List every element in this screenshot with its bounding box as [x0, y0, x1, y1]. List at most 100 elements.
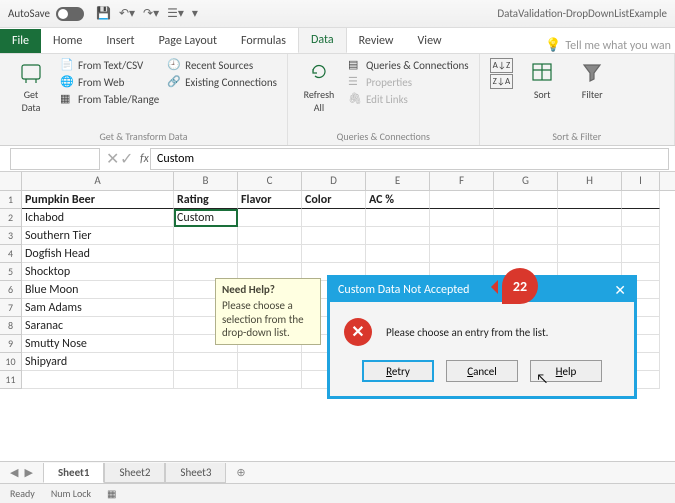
tab-insert[interactable]: Insert	[94, 29, 146, 53]
cell[interactable]	[622, 209, 660, 227]
cell[interactable]	[558, 191, 622, 209]
sheet-nav-next-icon[interactable]: ▶	[24, 466, 32, 479]
cell[interactable]	[622, 191, 660, 209]
cell[interactable]	[494, 245, 558, 263]
cell[interactable]	[174, 371, 238, 389]
tab-view[interactable]: View	[406, 29, 454, 53]
cell[interactable]: Rating	[174, 191, 238, 209]
cell[interactable]	[302, 209, 366, 227]
tab-formulas[interactable]: Formulas	[229, 29, 298, 53]
formula-input[interactable]	[150, 148, 669, 170]
row-header[interactable]: 4	[0, 245, 22, 263]
cell[interactable]	[430, 191, 494, 209]
row-header[interactable]: 10	[0, 353, 22, 371]
cell[interactable]	[302, 227, 366, 245]
sheet-tab-1[interactable]: Sheet1	[43, 463, 105, 483]
table-row[interactable]: 3Southern Tier	[0, 227, 675, 245]
cell[interactable]	[430, 209, 494, 227]
cell[interactable]	[494, 191, 558, 209]
tab-home[interactable]: Home	[41, 29, 94, 53]
cell[interactable]	[366, 209, 430, 227]
cell[interactable]: Ichabod	[22, 209, 174, 227]
cell[interactable]	[302, 245, 366, 263]
cell[interactable]: Flavor	[238, 191, 302, 209]
cell[interactable]	[430, 227, 494, 245]
tab-data[interactable]: Data	[298, 27, 347, 53]
cancel-entry-icon[interactable]: ✕	[106, 149, 120, 169]
tab-review[interactable]: Review	[347, 29, 406, 53]
cell[interactable]	[430, 245, 494, 263]
col-header-H[interactable]: H	[558, 172, 622, 190]
cell[interactable]: Blue Moon	[22, 281, 174, 299]
tell-me[interactable]: 💡Tell me what you wan	[545, 38, 675, 53]
cell[interactable]	[174, 227, 238, 245]
edit-links-button[interactable]: 🖇Edit Links	[348, 92, 469, 106]
cell[interactable]	[238, 371, 302, 389]
enter-entry-icon[interactable]: ✓	[120, 149, 134, 169]
qat-chevron-down-icon[interactable]: ▾	[192, 6, 198, 21]
col-header-F[interactable]: F	[430, 172, 494, 190]
cell[interactable]	[622, 245, 660, 263]
help-button[interactable]: Help	[530, 360, 602, 382]
existing-connections-button[interactable]: 🔗Existing Connections	[167, 75, 277, 89]
cancel-button[interactable]: Cancel	[446, 360, 518, 382]
undo-icon[interactable]: ↶▾	[119, 6, 135, 21]
select-all-button[interactable]	[0, 172, 22, 190]
from-text-csv-button[interactable]: 📄From Text/CSV	[60, 58, 159, 72]
cell[interactable]	[366, 227, 430, 245]
close-icon[interactable]: ✕	[614, 282, 626, 299]
cell[interactable]	[494, 227, 558, 245]
row-header[interactable]: 11	[0, 371, 22, 389]
tab-page-layout[interactable]: Page Layout	[147, 29, 229, 53]
row-header[interactable]: 3	[0, 227, 22, 245]
from-table-range-button[interactable]: ▦From Table/Range	[60, 92, 159, 106]
cell[interactable]	[366, 245, 430, 263]
queries-connections-button[interactable]: ▤Queries & Connections	[348, 58, 469, 72]
row-header[interactable]: 7	[0, 299, 22, 317]
spreadsheet-grid[interactable]: 1 Pumpkin Beer Rating Flavor Color AC % …	[0, 191, 675, 227]
cell[interactable]: Color	[302, 191, 366, 209]
cell[interactable]	[558, 245, 622, 263]
retry-button[interactable]: Retry	[362, 360, 434, 382]
col-header-G[interactable]: G	[494, 172, 558, 190]
cell[interactable]	[238, 245, 302, 263]
cell[interactable]	[558, 209, 622, 227]
col-header-E[interactable]: E	[366, 172, 430, 190]
dialog-title-bar[interactable]: Custom Data Not Accepted ✕	[330, 278, 634, 302]
row-header[interactable]: 1	[0, 191, 22, 209]
row-header[interactable]: 6	[0, 281, 22, 299]
new-sheet-button[interactable]: ⊕	[226, 463, 255, 482]
col-header-C[interactable]: C	[238, 172, 302, 190]
properties-button[interactable]: ☰Properties	[348, 75, 469, 89]
name-box[interactable]	[10, 148, 100, 170]
touch-mode-icon[interactable]: ☰▾	[167, 6, 184, 21]
table-row[interactable]: 4Dogfish Head	[0, 245, 675, 263]
col-header-A[interactable]: A	[22, 172, 174, 190]
cell[interactable]	[494, 209, 558, 227]
filter-button[interactable]: Filter	[571, 58, 613, 101]
cell[interactable]	[238, 353, 302, 371]
cell[interactable]: AC %	[366, 191, 430, 209]
cell[interactable]: Dogfish Head	[22, 245, 174, 263]
cell[interactable]: Smutty Nose	[22, 335, 174, 353]
col-header-B[interactable]: B	[174, 172, 238, 190]
cell[interactable]	[22, 371, 174, 389]
col-header-I[interactable]: I	[622, 172, 660, 190]
from-web-button[interactable]: 🌐From Web	[60, 75, 159, 89]
row-header[interactable]: 5	[0, 263, 22, 281]
sort-az-button[interactable]: A↓Z	[490, 58, 514, 73]
cell[interactable]: Shocktop	[22, 263, 174, 281]
sheet-tab-2[interactable]: Sheet2	[104, 463, 165, 483]
cell[interactable]	[174, 353, 238, 371]
cell[interactable]	[174, 245, 238, 263]
cell[interactable]: Pumpkin Beer	[22, 191, 174, 209]
redo-icon[interactable]: ↷▾	[143, 6, 159, 21]
table-row[interactable]: 2 Ichabod Custom▾	[0, 209, 675, 227]
row-header[interactable]: 2	[0, 209, 22, 227]
cell[interactable]	[622, 227, 660, 245]
table-row[interactable]: 1 Pumpkin Beer Rating Flavor Color AC %	[0, 191, 675, 209]
cell[interactable]: Southern Tier	[22, 227, 174, 245]
save-icon[interactable]: 💾	[96, 6, 111, 21]
active-cell[interactable]: Custom▾	[174, 209, 238, 227]
sort-button[interactable]: Sort	[521, 58, 563, 101]
